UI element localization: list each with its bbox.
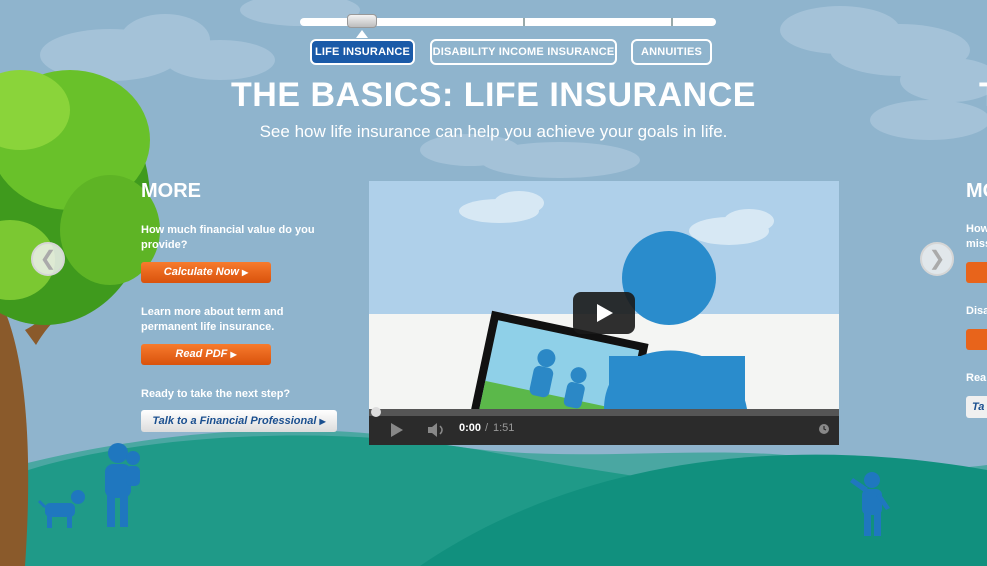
next-panel-line: Rea (966, 372, 987, 384)
more-heading: MORE (141, 180, 201, 202)
next-panel-talk-button-fragment[interactable]: Ta (966, 396, 987, 418)
talk-to-professional-button[interactable]: Talk to a Financial Professional ▶ (141, 410, 337, 432)
slider-handle[interactable] (347, 14, 377, 28)
next-panel-button-fragment[interactable] (966, 262, 987, 283)
next-panel-line: miss (966, 238, 987, 250)
video-player[interactable]: 0:00 / 1:51 (369, 181, 839, 445)
video-controls: 0:00 / 1:51 (369, 407, 839, 445)
slider-pointer-icon (356, 30, 368, 38)
next-panel-line: How (966, 223, 987, 235)
video-frame (369, 181, 839, 409)
arrow-right-icon: ▶ (242, 268, 249, 277)
play-icon[interactable] (389, 423, 405, 437)
time-separator: / (485, 422, 489, 434)
page-title: THE BASICS: LIFE INSURANCE (231, 76, 756, 114)
arrow-right-icon: ▶ (230, 350, 237, 359)
read-pdf-label: Read PDF (175, 348, 228, 360)
video-progress-bar[interactable] (369, 409, 839, 416)
talk-to-professional-label: Talk to a Financial Professional (152, 415, 317, 427)
category-tabs: LIFE INSURANCE DISABILITY INCOME INSURAN… (0, 39, 987, 65)
tab-life-insurance[interactable]: LIFE INSURANCE (310, 39, 415, 65)
next-panel-line: Disa (966, 305, 987, 317)
previous-arrow-icon[interactable]: ❮ (31, 242, 65, 276)
slider-tick (671, 18, 673, 26)
slider-tick (523, 18, 525, 26)
video-duration: 1:51 (493, 422, 515, 434)
video-current-time: 0:00 (459, 422, 482, 434)
next-panel-heading-fragment: MO (966, 180, 987, 202)
progress-scrubber[interactable] (371, 407, 381, 417)
volume-icon[interactable] (427, 423, 447, 437)
settings-icon[interactable] (818, 423, 830, 435)
next-panel-button-fragment[interactable] (966, 329, 987, 350)
term-permanent-text: Learn more about term and permanent life… (141, 306, 284, 333)
tab-disability-income-insurance[interactable]: DISABILITY INCOME INSURANCE (430, 39, 617, 65)
calculate-now-label: Calculate Now (163, 266, 239, 278)
financial-value-text: How much financial value do you provide? (141, 224, 315, 251)
page-subtitle: See how life insurance can help you achi… (259, 122, 728, 141)
read-pdf-button[interactable]: Read PDF ▶ (141, 344, 271, 365)
next-step-text: Ready to take the next step? (141, 388, 291, 400)
arrow-right-icon: ▶ (319, 417, 326, 426)
next-panel-title-fragment: T (979, 76, 987, 115)
calculate-now-button[interactable]: Calculate Now ▶ (141, 262, 271, 283)
tab-annuities[interactable]: ANNUITIES (631, 39, 712, 65)
next-arrow-icon[interactable]: ❯ (920, 242, 954, 276)
